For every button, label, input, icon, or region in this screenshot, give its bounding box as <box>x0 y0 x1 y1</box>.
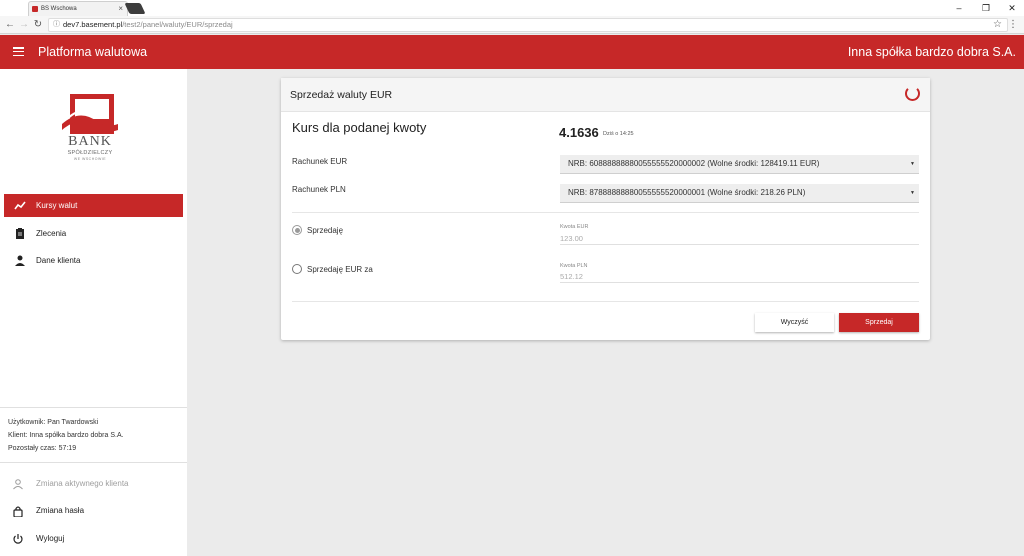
browser-toolbar: ← → ↻ ⓘ dev7.basement.pl/test2/panel/wal… <box>0 16 1024 34</box>
rate-timestamp: Dziś o 14:25 <box>603 131 634 137</box>
amount-pln-input[interactable]: 512.12 <box>560 271 919 283</box>
clipboard-icon <box>16 228 24 239</box>
logo-location: WE WSCHOWIE <box>73 157 107 161</box>
person-icon <box>15 255 25 266</box>
card-header: Sprzedaż waluty EUR <box>281 78 930 112</box>
back-arrow-icon[interactable]: ← <box>4 18 16 32</box>
url-path: /test2/panel/waluty/EUR/sprzedaj <box>122 20 233 29</box>
sell-for-radio[interactable] <box>292 264 302 274</box>
browser-tabstrip: BS Wschowa × – ❐ ✕ <box>0 0 1024 16</box>
logout-label: Wyloguj <box>36 534 65 543</box>
person-outline-icon <box>13 479 23 490</box>
browser-menu-icon[interactable]: ⋮ <box>1008 18 1018 32</box>
form-divider <box>292 212 919 213</box>
sidebar-item-label: Zlecenia <box>36 229 67 238</box>
sidebar-item-label: Kursy walut <box>36 201 78 210</box>
session-time-text: Pozostały czas: 57:19 <box>8 445 77 452</box>
window-maximize-button[interactable]: ❐ <box>975 1 997 15</box>
window-close-button[interactable]: ✕ <box>1001 1 1023 15</box>
card-title: Sprzedaż waluty EUR <box>290 89 393 101</box>
info-icon: ⓘ <box>53 21 60 28</box>
sell-radio[interactable] <box>292 225 302 235</box>
eur-account-label: Rachunek EUR <box>292 157 348 166</box>
sidebar-item-dane-klienta[interactable]: Dane klienta <box>4 249 183 272</box>
amount-pln-label: Kwota PLN <box>560 263 588 269</box>
app-title: Platforma walutowa <box>38 45 148 59</box>
change-client-label: Zmiana aktywnego klienta <box>36 479 129 488</box>
company-name: Inna spółka bardzo dobra S.A. <box>847 45 1016 59</box>
sidebar-divider <box>0 462 187 463</box>
lock-icon <box>13 506 23 517</box>
favicon-icon <box>32 6 38 12</box>
eur-account-value: NRB: 60888888880055555520000002 (Wolne ś… <box>568 159 820 168</box>
logo-bank-text: BANK <box>68 134 112 149</box>
user-name-text: Użytkownik: Pan Twardowski <box>8 419 99 426</box>
browser-tab[interactable]: BS Wschowa × <box>28 1 128 16</box>
address-bar[interactable]: ⓘ dev7.basement.pl/test2/panel/waluty/EU… <box>48 18 1008 32</box>
hamburger-menu-icon[interactable] <box>13 47 24 57</box>
amount-eur-input[interactable]: 123.00 <box>560 233 919 245</box>
amount-eur-label: Kwota EUR <box>560 224 589 230</box>
eur-account-select[interactable]: NRB: 60888888880055555520000002 (Wolne ś… <box>560 155 919 174</box>
power-icon <box>13 534 23 544</box>
reload-icon[interactable]: ↻ <box>32 18 44 32</box>
dropdown-arrow-icon: ▼ <box>910 190 915 196</box>
bookmark-star-icon[interactable]: ☆ <box>993 18 1002 32</box>
loading-spinner-icon <box>905 86 920 101</box>
rate-value: 4.1636 <box>559 125 599 140</box>
sell-button[interactable]: Sprzedaj <box>839 313 919 332</box>
form-divider <box>292 301 919 302</box>
pln-account-value: NRB: 87888888880055555520000001 (Wolne ś… <box>568 188 806 197</box>
sidebar: BANK SPÓŁDZIELCZY WE WSCHOWIE Kursy walu… <box>0 69 187 556</box>
sell-for-radio-label[interactable]: Sprzedaję EUR za <box>307 265 373 274</box>
change-client-button[interactable]: Zmiana aktywnego klienta <box>0 474 187 494</box>
url-host: dev7.basement.pl <box>63 20 123 29</box>
pln-account-select[interactable]: NRB: 87888888880055555520000001 (Wolne ś… <box>560 184 919 203</box>
sell-currency-card: Sprzedaż waluty EUR Kurs dla podanej kwo… <box>281 78 930 340</box>
logout-button[interactable]: Wyloguj <box>0 529 187 549</box>
tab-close-icon[interactable]: × <box>118 2 123 16</box>
pln-account-label: Rachunek PLN <box>292 185 346 194</box>
change-password-label: Zmiana hasła <box>36 506 85 515</box>
app-header: Platforma walutowa Inna spółka bardzo do… <box>0 35 1024 69</box>
clear-button[interactable]: Wyczyść <box>755 313 834 332</box>
forward-arrow-icon[interactable]: → <box>18 18 30 32</box>
tab-title: BS Wschowa <box>41 6 77 12</box>
sidebar-item-kursy-walut[interactable]: Kursy walut <box>4 194 183 217</box>
change-password-button[interactable]: Zmiana hasła <box>0 501 187 521</box>
sidebar-divider <box>0 407 187 408</box>
sidebar-item-zlecenia[interactable]: Zlecenia <box>4 222 183 245</box>
rate-label: Kurs dla podanej kwoty <box>292 120 427 135</box>
window-minimize-button[interactable]: – <box>948 1 970 15</box>
trending-up-icon <box>14 201 26 210</box>
logo-subtitle: SPÓŁDZIELCZY <box>67 150 113 156</box>
sell-radio-label[interactable]: Sprzedaję <box>307 226 343 235</box>
dropdown-arrow-icon: ▼ <box>910 161 915 167</box>
sidebar-item-label: Dane klienta <box>36 256 81 265</box>
client-name-text: Klient: Inna spółka bardzo dobra S.A. <box>8 432 124 439</box>
